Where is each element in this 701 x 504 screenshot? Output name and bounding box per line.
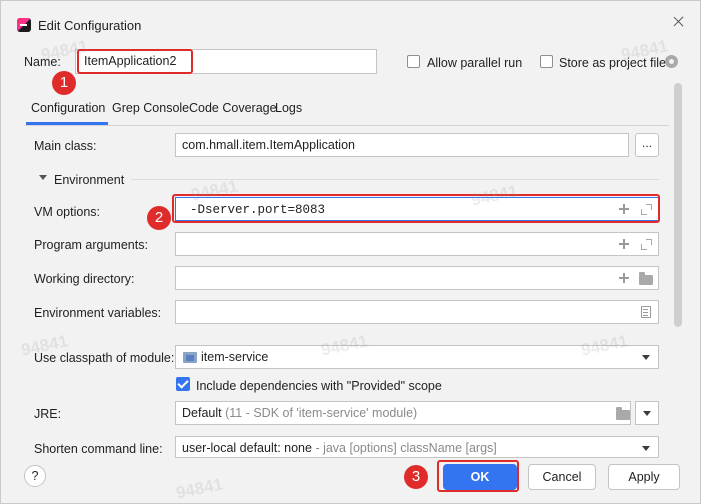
folder-icon[interactable] (616, 407, 630, 420)
include-dependencies-checkbox[interactable] (176, 377, 190, 391)
chevron-down-icon (643, 411, 651, 416)
jre-value: Default (182, 406, 222, 420)
program-arguments-field[interactable] (175, 232, 659, 256)
allow-parallel-run-label: Allow parallel run (427, 56, 523, 70)
tab-logs[interactable]: Logs (275, 101, 302, 115)
shorten-command-line-select[interactable]: user-local default: none - java [options… (175, 436, 659, 458)
jre-label: JRE: (34, 407, 62, 421)
jre-detail: (11 - SDK of 'item-service' module) (225, 406, 418, 420)
step-marker-3: 3 (404, 465, 428, 489)
name-highlight-box (77, 49, 193, 74)
jre-select[interactable]: Default (11 - SDK of 'item-service' modu… (175, 401, 631, 425)
step-marker-1: 1 (52, 71, 76, 95)
step-marker-2: 2 (147, 206, 171, 230)
chevron-down-icon (642, 355, 650, 360)
classpath-module-value: item-service (201, 350, 269, 364)
folder-icon[interactable] (639, 272, 653, 285)
shorten-command-line-label: Shorten command line: (34, 442, 163, 456)
classpath-module-label: Use classpath of module: (34, 351, 175, 365)
store-as-project-file-label: Store as project file (559, 56, 666, 70)
add-icon[interactable] (619, 239, 629, 249)
vm-options-label: VM options: (34, 205, 101, 219)
collapse-arrow-icon[interactable] (39, 175, 47, 180)
ok-highlight-box (437, 460, 519, 492)
apply-button[interactable]: Apply (608, 464, 680, 490)
main-class-label: Main class: (34, 139, 97, 153)
working-directory-label: Working directory: (34, 272, 135, 286)
environment-variables-field[interactable] (175, 300, 659, 324)
scrollbar-thumb[interactable] (674, 83, 682, 327)
environment-divider (131, 179, 659, 180)
store-as-project-file-checkbox[interactable] (540, 55, 553, 68)
vm-options-highlight-box (172, 194, 660, 223)
title-bar: Edit Configuration (1, 1, 700, 45)
tab-configuration[interactable]: Configuration (31, 101, 105, 115)
main-class-field[interactable]: com.hmall.item.ItemApplication (175, 133, 629, 157)
add-icon[interactable] (619, 273, 629, 283)
close-icon[interactable] (672, 15, 686, 29)
edit-variables-icon[interactable] (641, 306, 651, 318)
environment-section-title[interactable]: Environment (54, 173, 124, 187)
name-label: Name: (24, 55, 61, 69)
intellij-icon (17, 18, 31, 32)
expand-icon[interactable] (641, 239, 652, 250)
environment-variables-label: Environment variables: (34, 306, 162, 320)
edit-configuration-dialog: Edit Configuration Name: ItemApplication… (0, 0, 701, 504)
tab-code-coverage[interactable]: Code Coverage (189, 101, 277, 115)
tab-grep-console[interactable]: Grep Console (112, 101, 189, 115)
jre-dropdown-button[interactable] (635, 401, 659, 425)
gear-icon[interactable] (665, 55, 678, 68)
working-directory-field[interactable] (175, 266, 659, 290)
shorten-command-line-value: user-local default: none (182, 441, 312, 455)
watermark: 94841 (174, 474, 225, 503)
window-title: Edit Configuration (38, 18, 142, 33)
allow-parallel-run-checkbox[interactable] (407, 55, 420, 68)
help-button[interactable]: ? (24, 465, 46, 487)
program-arguments-label: Program arguments: (34, 238, 148, 252)
classpath-module-select[interactable]: item-service (175, 345, 659, 369)
shorten-command-line-detail: - java [options] className [args] (315, 441, 497, 455)
chevron-down-icon (642, 446, 650, 451)
module-icon (183, 352, 197, 363)
cancel-button[interactable]: Cancel (528, 464, 596, 490)
include-dependencies-label: Include dependencies with "Provided" sco… (196, 379, 442, 393)
browse-main-class-button[interactable]: ... (635, 133, 659, 157)
